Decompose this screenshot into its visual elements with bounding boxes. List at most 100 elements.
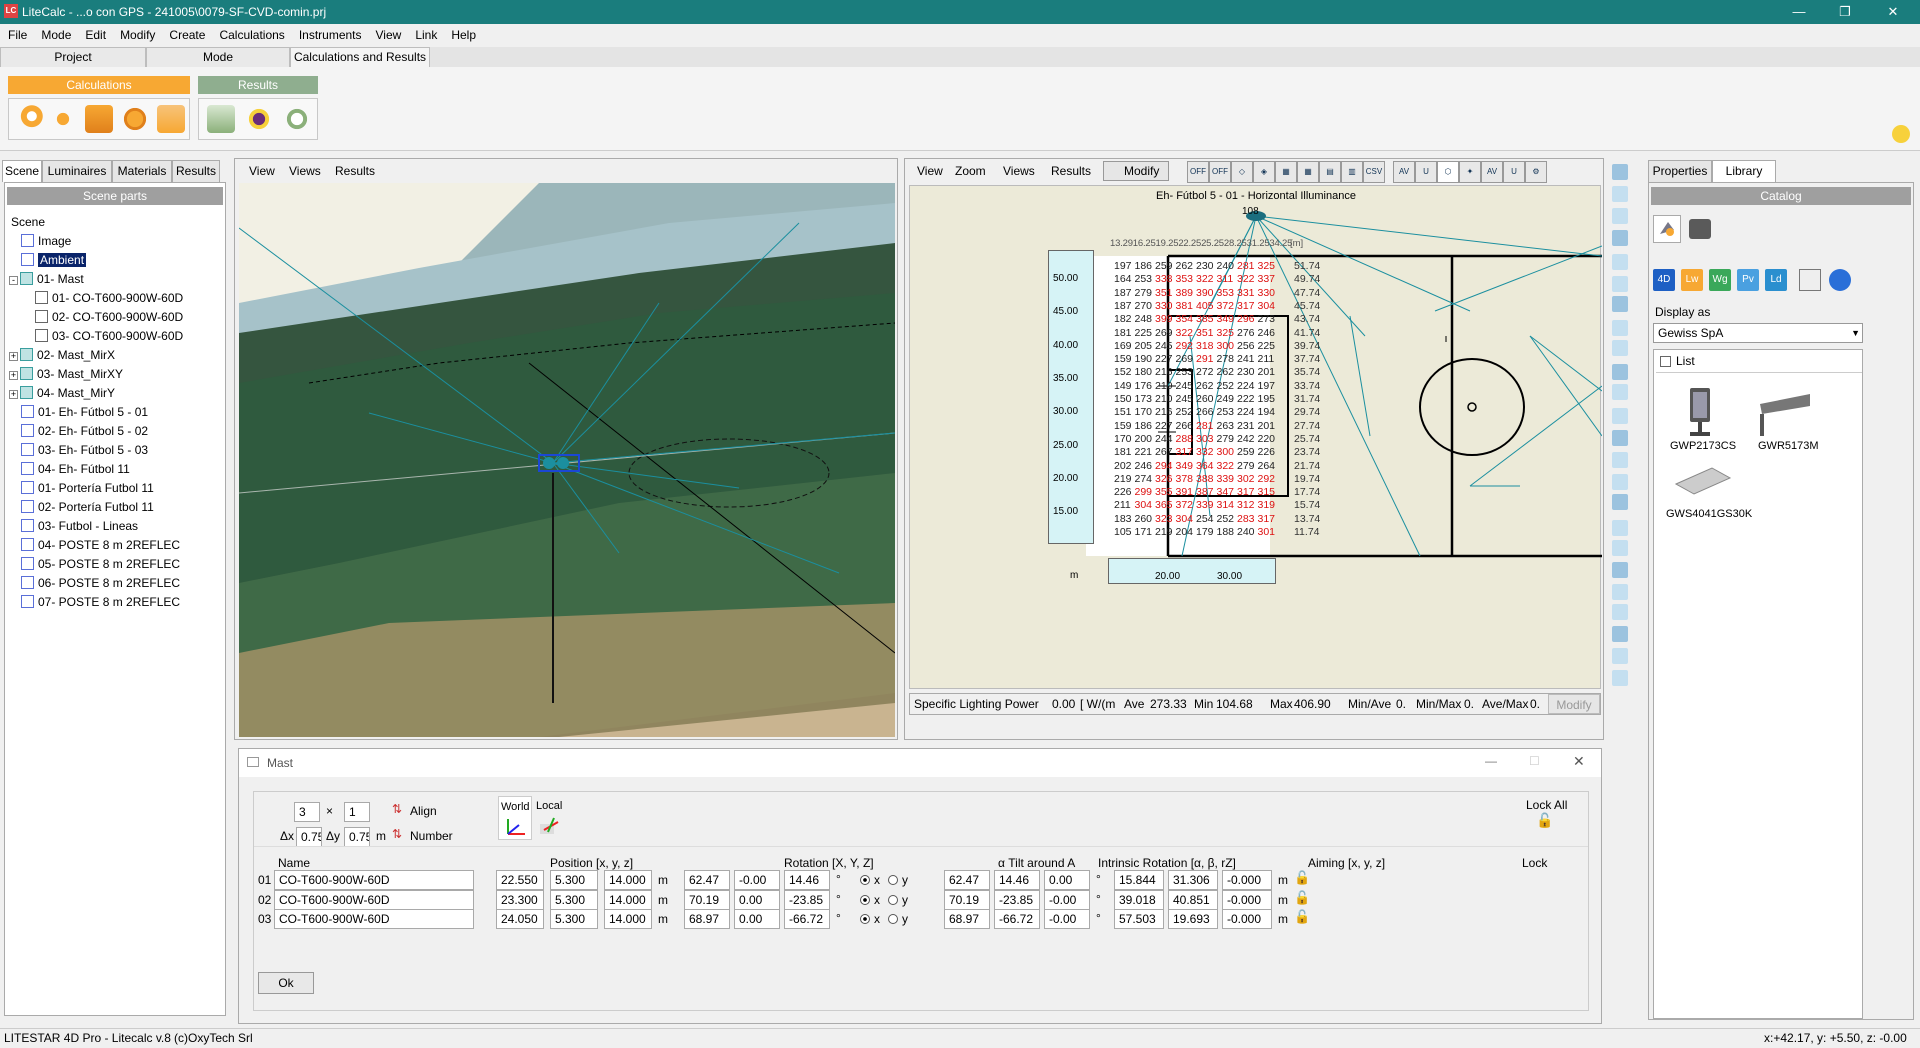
move-right-icon[interactable] <box>1612 186 1628 202</box>
product-gwp2173cs[interactable]: GWP2173CS <box>1662 384 1742 456</box>
luminaire-icon[interactable]: ✦ <box>1459 161 1481 183</box>
refresh-calc-icon[interactable] <box>121 105 149 133</box>
intrinsic-input[interactable]: -0.00 <box>1044 889 1090 910</box>
intrinsic-input[interactable]: 70.19 <box>944 889 990 910</box>
menu-edit[interactable]: Edit <box>77 24 112 42</box>
position-input[interactable]: 5.300 <box>550 889 598 910</box>
stats-modify-button[interactable]: Modify <box>1548 694 1600 714</box>
brand-lw-icon[interactable]: Lw <box>1681 269 1703 291</box>
off-min-icon[interactable]: OFF <box>1187 161 1209 183</box>
tilt-y-radio[interactable] <box>888 894 898 905</box>
position-input[interactable]: 5.300 <box>550 909 598 929</box>
intrinsic-input[interactable]: -23.85 <box>994 889 1040 910</box>
tab-mode[interactable]: Mode <box>146 47 290 67</box>
view3d-menu-view[interactable]: View <box>249 159 275 183</box>
user-icon[interactable] <box>1892 125 1910 143</box>
layer7-icon[interactable] <box>1612 670 1628 686</box>
menu-mode[interactable]: Mode <box>33 24 77 42</box>
expand-toggle-icon[interactable]: + <box>9 352 18 361</box>
rotation-input[interactable]: -0.00 <box>734 870 780 890</box>
av2-icon[interactable]: AV <box>1481 161 1503 183</box>
lock-icon[interactable]: 🔓 <box>1294 909 1310 925</box>
tab-scene[interactable]: Scene <box>2 160 42 182</box>
tree-item[interactable]: 03- Futbol - Lineas <box>21 517 138 536</box>
tree-item[interactable]: 01- CO-T600-900W-60D <box>35 289 183 308</box>
tilt-x-radio[interactable] <box>860 914 870 924</box>
av-icon[interactable]: AV <box>1393 161 1415 183</box>
intrinsic-input[interactable]: -66.72 <box>994 909 1040 929</box>
position-input[interactable]: 14.000 <box>604 889 652 910</box>
menu-file[interactable]: File <box>0 24 33 42</box>
lock-icon[interactable]: 🔓 <box>1294 890 1310 906</box>
render-icon[interactable] <box>283 105 311 133</box>
luminaire-name-input[interactable]: CO-T600-900W-60D <box>274 889 474 910</box>
calculate-icon[interactable] <box>15 105 43 133</box>
draw-icon[interactable] <box>1612 230 1628 246</box>
dy-input[interactable]: 0.75 <box>344 827 370 847</box>
tab-luminaires[interactable]: Luminaires <box>42 160 112 182</box>
expand-toggle-icon[interactable]: - <box>9 276 18 285</box>
tree-item[interactable]: Ambient <box>21 251 87 270</box>
count-x-input[interactable]: 3 <box>294 802 320 822</box>
zoom-window-icon[interactable] <box>1612 320 1628 336</box>
local-toggle[interactable]: Local <box>534 796 568 840</box>
rotation-input[interactable]: 62.47 <box>684 870 730 890</box>
number-label[interactable]: Number <box>410 829 453 843</box>
close-icon[interactable]: ✕ <box>1870 0 1916 24</box>
rotation-input[interactable]: -23.85 <box>784 889 830 910</box>
layer-icon[interactable] <box>1612 540 1628 556</box>
aiming-input[interactable]: -0.000 <box>1222 870 1272 890</box>
printer-icon[interactable] <box>1799 269 1821 291</box>
report-icon[interactable] <box>207 105 235 133</box>
menu-modify[interactable]: Modify <box>112 24 161 42</box>
tree-item[interactable]: +02- Mast_MirX <box>9 346 115 365</box>
rotation-input[interactable]: 14.46 <box>784 870 830 890</box>
lock-icon[interactable]: 🔓 <box>1294 870 1310 886</box>
tab-project[interactable]: Project <box>0 47 146 67</box>
luminaire-name-input[interactable]: CO-T600-900W-60D <box>274 909 474 929</box>
intrinsic-input[interactable]: 14.46 <box>994 870 1040 890</box>
tab-library[interactable]: Library <box>1712 160 1776 182</box>
menu-link[interactable]: Link <box>407 24 443 42</box>
tree-item[interactable]: 07- POSTE 8 m 2REFLEC <box>21 593 180 612</box>
position-input[interactable]: 5.300 <box>550 870 598 890</box>
list-checkbox[interactable] <box>1660 356 1671 367</box>
display-as-select[interactable]: Gewiss SpA ▼ <box>1653 323 1863 343</box>
tilt-y-radio[interactable] <box>888 875 898 885</box>
pin-icon[interactable] <box>1612 254 1628 270</box>
fit-icon[interactable] <box>1612 494 1628 510</box>
tree-item[interactable]: 05- POSTE 8 m 2REFLEC <box>21 555 180 574</box>
position-input[interactable]: 23.300 <box>496 889 544 910</box>
view-3d-canvas[interactable] <box>239 183 895 737</box>
layer4-icon[interactable] <box>1612 604 1628 620</box>
tree-item[interactable]: 04- POSTE 8 m 2REFLEC <box>21 536 180 555</box>
view2d-menu-view[interactable]: View <box>917 159 943 183</box>
position-input[interactable]: 22.550 <box>496 870 544 890</box>
frame-icon[interactable] <box>1612 520 1628 536</box>
pan-icon[interactable] <box>1612 430 1628 446</box>
tree-item[interactable]: Image <box>21 232 71 251</box>
tree-item[interactable]: +03- Mast_MirXY <box>9 365 123 384</box>
mast-minimize-icon[interactable]: — <box>1485 754 1497 768</box>
align-label[interactable]: Align <box>410 804 437 818</box>
minimize-button[interactable]: — <box>1776 0 1822 24</box>
modify-button[interactable]: Modify <box>1103 161 1169 181</box>
brand-4d-icon[interactable]: 4D <box>1653 269 1675 291</box>
position-input[interactable]: 14.000 <box>604 909 652 929</box>
tree-item[interactable]: 02- CO-T600-900W-60D <box>35 308 183 327</box>
tab-calculations-and-results[interactable]: Calculations and Results <box>290 47 430 67</box>
aiming-input[interactable]: -0.000 <box>1222 889 1272 910</box>
select-icon[interactable] <box>1612 164 1628 180</box>
view2d-menu-views[interactable]: Views <box>1003 159 1035 183</box>
menu-instruments[interactable]: Instruments <box>291 24 368 42</box>
grid-icon[interactable]: ▦ <box>1297 161 1319 183</box>
move-down-icon[interactable] <box>1612 452 1628 468</box>
tilt-x-radio[interactable] <box>860 875 870 885</box>
rotation-input[interactable]: 70.19 <box>684 889 730 910</box>
luminaire-name-input[interactable]: CO-T600-900W-60D <box>274 870 474 890</box>
tree-root[interactable]: Scene <box>11 213 45 232</box>
arc2-icon[interactable] <box>1612 384 1628 400</box>
intrinsic-input[interactable]: 62.47 <box>944 870 990 890</box>
aiming-input[interactable]: 39.018 <box>1114 889 1164 910</box>
tree-item[interactable]: 03- Eh- Fútbol 5 - 03 <box>21 441 148 460</box>
